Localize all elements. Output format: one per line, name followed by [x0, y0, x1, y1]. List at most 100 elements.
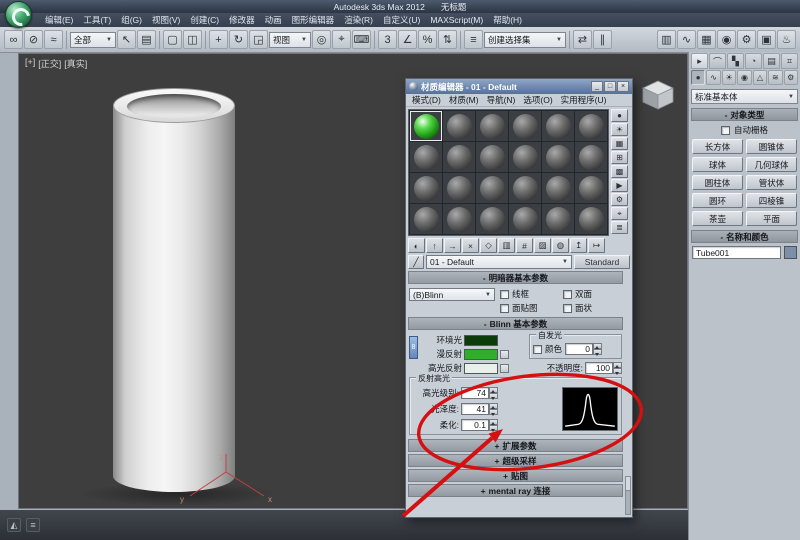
menu-item-options[interactable]: 选项(O): [519, 94, 556, 106]
menu-item-modifiers[interactable]: 修改器: [224, 13, 260, 27]
autogrid-checkbox[interactable]: [721, 126, 730, 135]
wireframe-checkbox[interactable]: [500, 290, 509, 299]
menu-item-animation[interactable]: 动画: [260, 13, 287, 27]
material-sample-slot[interactable]: [410, 204, 442, 234]
material-sample-slot[interactable]: [476, 142, 508, 172]
menu-item-customize[interactable]: 自定义(U): [378, 13, 425, 27]
get-material-icon[interactable]: ◐: [408, 238, 425, 253]
isolate-selection-icon[interactable]: ◭: [7, 518, 21, 532]
primitive-button-tube[interactable]: 管状体: [746, 175, 797, 190]
object-type-rollout-header[interactable]: - 对象类型: [691, 108, 798, 121]
material-sample-slot[interactable]: [443, 173, 475, 203]
viewport-view-label[interactable]: [正交]: [38, 57, 61, 70]
tube-object[interactable]: [113, 88, 235, 492]
select-object-icon[interactable]: ↖: [117, 30, 136, 49]
sample-uv-tiling-icon[interactable]: ⊞: [611, 151, 628, 164]
material-name-dropdown[interactable]: 01 - Default ▼: [426, 255, 572, 269]
go-to-sibling-icon[interactable]: ↦: [588, 238, 605, 253]
modify-tab-icon[interactable]: ⌒: [709, 53, 726, 69]
assign-to-selection-icon[interactable]: →: [444, 238, 461, 253]
background-icon[interactable]: ▦: [611, 137, 628, 150]
menu-item-edit[interactable]: 编辑(E): [40, 13, 78, 27]
self-illum-spinner[interactable]: 0: [565, 343, 602, 355]
render-setup-icon[interactable]: ⚙: [737, 30, 756, 49]
shader-type-dropdown[interactable]: (B)Blinn ▼: [409, 288, 495, 301]
specular-color-swatch[interactable]: [464, 363, 498, 374]
material-sample-slot[interactable]: [443, 111, 475, 141]
max-logo-icon[interactable]: [5, 1, 32, 28]
material-sample-slot[interactable]: [476, 111, 508, 141]
shader-basic-rollout-header[interactable]: - 明暗器基本参数: [408, 271, 623, 284]
object-name-field[interactable]: Tube001: [692, 246, 781, 259]
select-by-material-icon[interactable]: ⌖: [611, 207, 628, 220]
menu-item-maxscript[interactable]: MAXScript(M): [425, 13, 488, 27]
rectangular-selection-icon[interactable]: ▢: [163, 30, 182, 49]
primitive-button-cylinder[interactable]: 圆柱体: [692, 175, 743, 190]
cameras-icon[interactable]: ◉: [737, 70, 751, 85]
align-icon[interactable]: ∥: [593, 30, 612, 49]
material-sample-slot[interactable]: [476, 173, 508, 203]
video-color-check-icon[interactable]: ▩: [611, 165, 628, 178]
primitive-category-dropdown[interactable]: 标准基本体 ▼: [691, 89, 798, 104]
spinner-snap-icon[interactable]: ⇅: [438, 30, 457, 49]
supersampling-rollout[interactable]: + 超级采样: [408, 454, 623, 467]
material-id-channel-icon[interactable]: #: [516, 238, 533, 253]
material-type-button[interactable]: Standard: [574, 255, 630, 269]
reset-map-icon[interactable]: ×: [462, 238, 479, 253]
primitive-button-geosphere[interactable]: 几何球体: [746, 157, 797, 172]
material-sample-slot[interactable]: [509, 142, 541, 172]
extended-params-rollout[interactable]: + 扩展参数: [408, 439, 623, 452]
angle-snap-icon[interactable]: ∠: [398, 30, 417, 49]
material-editor-titlebar[interactable]: 材质编辑器 - 01 - Default _ □ ×: [406, 79, 632, 94]
material-sample-slot[interactable]: [542, 204, 574, 234]
blinn-basic-rollout-header[interactable]: - Blinn 基本参数: [408, 317, 623, 330]
material-sample-slot[interactable]: [476, 204, 508, 234]
self-illum-color-checkbox[interactable]: [533, 345, 542, 354]
opacity-spinner[interactable]: 100: [585, 362, 622, 374]
reference-coordinate-dropdown[interactable]: 视图 ▼: [269, 32, 311, 48]
shapes-icon[interactable]: ∿: [706, 70, 720, 85]
material-editor-icon[interactable]: ◉: [717, 30, 736, 49]
spacewarps-icon[interactable]: ≋: [768, 70, 782, 85]
material-sample-slot[interactable]: [575, 142, 607, 172]
minimize-icon[interactable]: _: [591, 81, 603, 92]
material-sample-slot[interactable]: [542, 111, 574, 141]
object-color-swatch[interactable]: [784, 246, 797, 259]
geometry-icon[interactable]: ●: [691, 70, 705, 85]
menu-item-views[interactable]: 视图(V): [147, 13, 185, 27]
menu-item-material[interactable]: 材质(M): [445, 94, 483, 106]
make-unique-icon[interactable]: ◇: [480, 238, 497, 253]
show-end-result-icon[interactable]: ◍: [552, 238, 569, 253]
select-and-scale-icon[interactable]: ◲: [249, 30, 268, 49]
primitive-button-cone[interactable]: 圆锥体: [746, 139, 797, 154]
menu-item-rendering[interactable]: 渲染(R): [339, 13, 378, 27]
schematic-view-icon[interactable]: ▦: [697, 30, 716, 49]
material-editor-scrollbar[interactable]: [625, 476, 631, 515]
unlink-selection-icon[interactable]: ⊘: [24, 30, 43, 49]
primitive-button-teapot[interactable]: 茶壶: [692, 211, 743, 226]
diffuse-map-button[interactable]: [500, 350, 509, 359]
material-sample-slot[interactable]: [542, 142, 574, 172]
mentalray-connection-rollout[interactable]: + mental ray 连接: [408, 484, 623, 497]
material-sample-slot[interactable]: [410, 142, 442, 172]
rendered-frame-icon[interactable]: ▣: [757, 30, 776, 49]
use-pivot-center-icon[interactable]: ◎: [312, 30, 331, 49]
hierarchy-tab-icon[interactable]: ▚: [727, 53, 744, 69]
name-color-rollout-header[interactable]: - 名称和颜色: [691, 230, 798, 243]
faceted-checkbox[interactable]: [563, 304, 572, 313]
lights-icon[interactable]: ☀: [722, 70, 736, 85]
percent-snap-icon[interactable]: %: [418, 30, 437, 49]
primitive-button-sphere[interactable]: 球体: [692, 157, 743, 172]
snap-toggle-3d-icon[interactable]: 3: [378, 30, 397, 49]
material-sample-slot[interactable]: [443, 142, 475, 172]
diffuse-color-swatch[interactable]: [464, 349, 498, 360]
face-map-checkbox[interactable]: [500, 304, 509, 313]
material-navigator-icon[interactable]: ≣: [611, 221, 628, 234]
menu-item-help[interactable]: 帮助(H): [488, 13, 527, 27]
backlight-icon[interactable]: ☀: [611, 123, 628, 136]
menu-item-utilities[interactable]: 实用程序(U): [557, 94, 611, 106]
helpers-icon[interactable]: △: [753, 70, 767, 85]
glossiness-spinner[interactable]: 41: [461, 403, 498, 415]
make-preview-icon[interactable]: ▶: [611, 179, 628, 192]
edit-named-sets-icon[interactable]: ≡: [464, 30, 483, 49]
